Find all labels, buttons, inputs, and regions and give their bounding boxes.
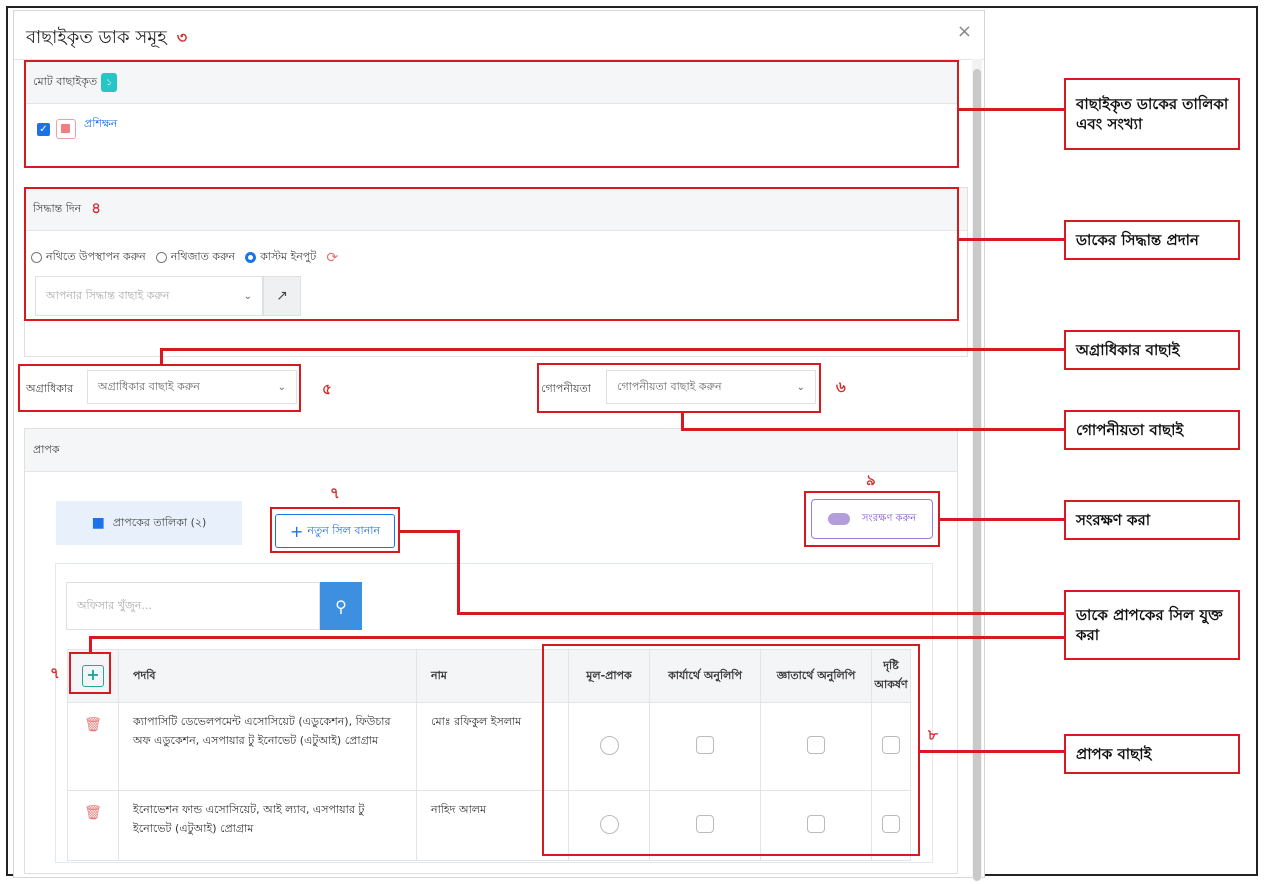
recipient-list-tab[interactable]: ■ প্রাপকের তালিকা (২) [56, 501, 242, 545]
connector-line [920, 750, 1064, 753]
connector-line [160, 348, 1064, 351]
briefcase-icon: ■ [91, 515, 105, 531]
connector-line [457, 530, 460, 614]
step-number-3: ৩ [176, 28, 188, 47]
connector-line [681, 428, 1064, 431]
row-actions: 🗑 [67, 790, 119, 861]
annotation-box-save [804, 491, 940, 547]
callout-selected-list: বাছাইকৃত ডাকের তালিকা এবং সংখ্যা [1064, 78, 1240, 150]
step-number-7-new-seal: ৭ [330, 484, 340, 502]
callout-add-seal: ডাকে প্রাপকের সিল যুক্ত করা [1064, 590, 1240, 660]
connector-line [399, 530, 459, 533]
step-number-7-add: ৭ [50, 664, 60, 682]
step-number-8: ৮ [928, 726, 938, 744]
callout-decision: ডাকের সিদ্ধান্ত প্রদান [1064, 220, 1240, 260]
annotation-box-priority [18, 364, 301, 412]
connector-line [958, 108, 1064, 111]
step-number-6: ৬ [836, 378, 846, 396]
recipient-list-tab-label: প্রাপকের তালিকা (২) [112, 515, 207, 529]
officer-search-placeholder: অফিসার খুঁজুন... [77, 598, 152, 612]
recipient-panel-header: প্রাপক [25, 429, 957, 472]
row-designation: ক্যাপাসিটি ডেভেলপমেন্ট এসোসিয়েট (এডুকেশ… [118, 702, 417, 791]
row-designation: ইনোভেশন ফান্ড এসোসিয়েট, আই ল্যাব, এসপায… [118, 790, 417, 861]
connector-line [457, 612, 1064, 615]
close-button[interactable]: × [957, 21, 972, 42]
scrollbar-thumb[interactable] [973, 69, 981, 881]
annotation-box-selected [24, 60, 959, 168]
scrollbar[interactable] [972, 59, 982, 881]
connector-line [939, 518, 1064, 521]
annotation-box-add [69, 652, 111, 694]
callout-save: সংরক্ষণ করা [1064, 500, 1240, 540]
connector-line [89, 636, 92, 653]
connector-line [160, 348, 163, 365]
modal-title-text: বাছাইকৃত ডাক সমূহ [26, 27, 167, 48]
search-button[interactable]: ⚲ [320, 582, 362, 630]
callout-priority: অগ্রাধিকার বাছাই [1064, 330, 1240, 370]
recipient-header-label: প্রাপক [33, 442, 60, 456]
annotation-box-recipient-selection [542, 644, 920, 856]
modal-title: বাছাইকৃত ডাক সমূহ ৩ [26, 23, 187, 54]
callout-confidentiality: গোপনীয়তা বাছাই [1064, 410, 1240, 450]
annotation-box-new-seal [270, 507, 400, 553]
search-icon: ⚲ [335, 596, 347, 616]
officer-search-input[interactable]: অফিসার খুঁজুন... [66, 582, 320, 630]
step-number-5: ৫ [322, 380, 332, 398]
column-designation: পদবি [118, 649, 417, 703]
annotation-box-decision [24, 187, 959, 321]
annotation-box-confidentiality [537, 363, 821, 413]
connector-line [958, 238, 1064, 241]
row-actions: 🗑 [67, 702, 119, 791]
connector-line [89, 636, 1064, 639]
trash-icon[interactable]: 🗑 [84, 717, 102, 733]
callout-recipient-selection: প্রাপক বাছাই [1064, 734, 1240, 774]
trash-icon[interactable]: 🗑 [84, 805, 102, 821]
